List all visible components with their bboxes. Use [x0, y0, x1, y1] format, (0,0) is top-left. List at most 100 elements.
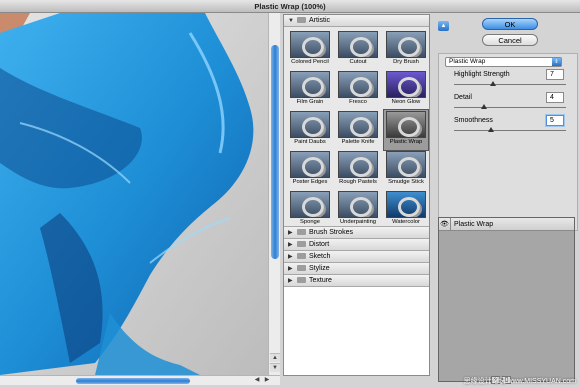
folder-icon: [297, 253, 306, 259]
filter-label: Palette Knife: [341, 139, 375, 145]
filter-poster-edges[interactable]: Poster Edges: [288, 150, 332, 190]
chevron-updown-icon: ⇕: [552, 58, 561, 66]
category-texture[interactable]: ▶ Texture: [284, 275, 429, 287]
disclosure-open-icon: ▼: [288, 18, 294, 24]
category-label: Distort: [309, 241, 330, 248]
folder-icon: [297, 265, 306, 271]
preview-vertical-scrollbar[interactable]: ▲ ▼: [268, 13, 280, 375]
scroll-left-arrow-icon[interactable]: ◀: [252, 376, 262, 385]
settings-pane: ▲ OK Cancel Plastic Wrap ⇕ Highlight Str…: [434, 14, 580, 388]
ok-button[interactable]: OK: [482, 18, 538, 30]
param-label: Detail: [454, 94, 472, 101]
param-label: Highlight Strength: [454, 71, 510, 78]
filter-select-value: Plastic Wrap: [449, 58, 486, 65]
slider-knob[interactable]: [490, 81, 497, 86]
eye-visibility-icon[interactable]: 👁: [439, 218, 451, 231]
category-label: Brush Strokes: [309, 229, 353, 236]
filter-label: Watercolor: [392, 219, 420, 225]
filter-rough-pastels[interactable]: Rough Pastels: [336, 150, 380, 190]
filter-label: Underpainting: [339, 219, 377, 225]
filter-label: Cutout: [349, 59, 367, 65]
category-artistic[interactable]: ▼ Artistic: [284, 15, 429, 27]
scroll-right-arrow-icon[interactable]: ▶: [262, 376, 272, 385]
collapse-gallery-button[interactable]: ▲: [438, 21, 449, 31]
filter-thumbnail: [386, 71, 426, 98]
filter-thumbnail: [386, 111, 426, 138]
filter-thumbnail: [338, 191, 378, 218]
filter-thumbnail: [338, 111, 378, 138]
filter-label: Paint Daubs: [294, 139, 326, 145]
filter-cutout[interactable]: Cutout: [336, 30, 380, 70]
slider-track[interactable]: [454, 130, 566, 131]
category-label: Stylize: [309, 265, 330, 272]
category-sketch[interactable]: ▶ Sketch: [284, 251, 429, 263]
param-label: Smoothness: [454, 117, 493, 124]
effect-layer-label: Plastic Wrap: [454, 221, 494, 228]
disclosure-closed-icon: ▶: [288, 230, 293, 236]
folder-icon: [297, 241, 306, 247]
filter-thumbnail: [338, 31, 378, 58]
detail-input[interactable]: 4: [546, 92, 564, 103]
horizontal-scroll-thumb[interactable]: [76, 378, 190, 384]
filter-sponge[interactable]: Sponge: [288, 190, 332, 230]
filter-thumbnail: [290, 111, 330, 138]
filter-thumbnail: [290, 31, 330, 58]
filter-palette-knife[interactable]: Palette Knife: [336, 110, 380, 150]
category-label: Artistic: [309, 17, 330, 24]
highlight-strength-input[interactable]: 7: [546, 69, 564, 80]
disclosure-closed-icon: ▶: [288, 278, 293, 284]
disclosure-closed-icon: ▶: [288, 242, 293, 248]
slider-knob[interactable]: [481, 104, 488, 109]
filter-plastic-wrap[interactable]: Plastic Wrap: [383, 109, 429, 151]
filter-thumbnail: [386, 191, 426, 218]
filter-thumbnail: [290, 71, 330, 98]
filter-label: Rough Pastels: [339, 179, 377, 185]
filter-paint-daubs[interactable]: Paint Daubs: [288, 110, 332, 150]
window-title: Plastic Wrap (100%): [0, 0, 580, 13]
filter-label: Smudge Stick: [388, 179, 424, 185]
filter-film-grain[interactable]: Film Grain: [288, 70, 332, 110]
folder-icon: [297, 229, 306, 235]
filter-thumbnail: [386, 151, 426, 178]
filter-smudge-stick[interactable]: Smudge Stick: [384, 150, 428, 190]
filter-watercolor[interactable]: Watercolor: [384, 190, 428, 230]
category-label: Sketch: [309, 253, 331, 260]
filter-thumbnail: [290, 151, 330, 178]
folder-icon: [297, 17, 306, 23]
filter-label: Colored Pencil: [291, 59, 329, 65]
vertical-scroll-thumb[interactable]: [271, 45, 279, 259]
filter-select[interactable]: Plastic Wrap ⇕: [445, 57, 562, 67]
preview-horizontal-scrollbar[interactable]: ◀ ▶: [0, 375, 280, 385]
filter-thumbnails: Colored Pencil Cutout Dry Brush Film Gra…: [284, 27, 429, 227]
filter-gallery: ▼ Artistic Colored Pencil Cutout Dry Brus…: [283, 14, 430, 376]
filter-colored-pencil[interactable]: Colored Pencil: [288, 30, 332, 70]
preview-image: [0, 13, 268, 375]
filter-thumbnail: [290, 191, 330, 218]
scroll-down-arrow-icon[interactable]: ▼: [270, 363, 280, 372]
smoothness-input[interactable]: 5: [546, 115, 564, 126]
slider-track[interactable]: [454, 84, 566, 85]
effect-layers-panel: 👁 Plastic Wrap: [438, 217, 575, 382]
cancel-button[interactable]: Cancel: [482, 34, 538, 46]
category-stylize[interactable]: ▶ Stylize: [284, 263, 429, 275]
filter-thumbnail: [338, 71, 378, 98]
scroll-up-arrow-icon[interactable]: ▲: [270, 353, 280, 362]
disclosure-closed-icon: ▶: [288, 266, 293, 272]
watermark: 思缘设计论坛 www.MISSYUAN.com: [463, 378, 576, 385]
folder-icon: [297, 277, 306, 283]
filter-dry-brush[interactable]: Dry Brush: [384, 30, 428, 70]
slider-track[interactable]: [454, 107, 566, 108]
filter-settings-panel: Plastic Wrap ⇕ Highlight Strength 7 Deta…: [438, 53, 578, 231]
slider-knob[interactable]: [487, 127, 494, 132]
filter-underpainting[interactable]: Underpainting: [336, 190, 380, 230]
preview-canvas[interactable]: [0, 13, 268, 375]
filter-label: Dry Brush: [393, 59, 419, 65]
category-label: Texture: [309, 277, 332, 284]
filter-label: Sponge: [300, 219, 320, 225]
filter-label: Neon Glow: [391, 99, 421, 105]
effect-layer-row[interactable]: 👁 Plastic Wrap: [439, 218, 574, 231]
filter-label: Poster Edges: [292, 179, 328, 185]
category-distort[interactable]: ▶ Distort: [284, 239, 429, 251]
filter-fresco[interactable]: Fresco: [336, 70, 380, 110]
filter-neon-glow[interactable]: Neon Glow: [384, 70, 428, 110]
